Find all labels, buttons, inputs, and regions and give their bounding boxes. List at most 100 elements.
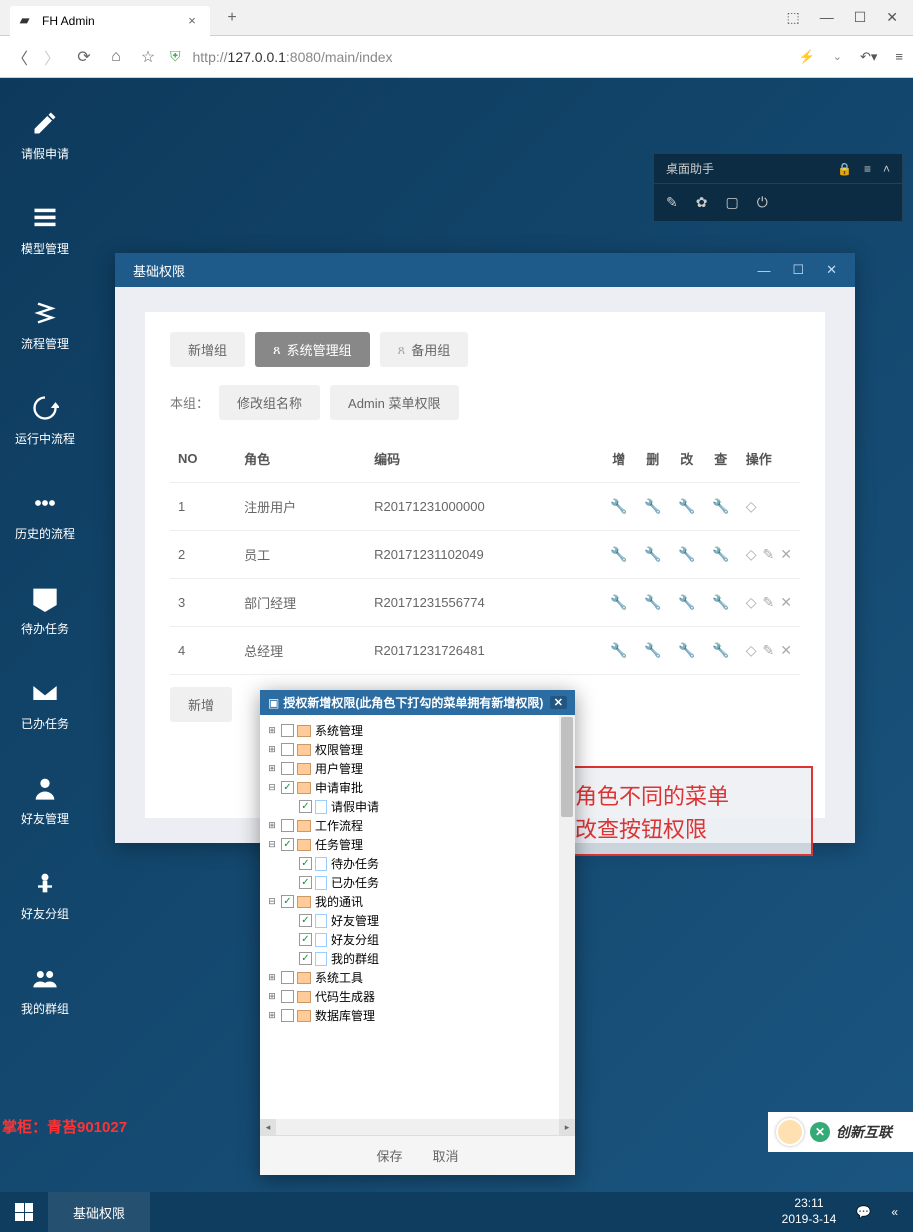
tag-icon[interactable]: ◇ <box>746 594 757 611</box>
delete-icon[interactable]: ✕ <box>780 642 792 659</box>
add-role-button[interactable]: 新增 <box>170 687 232 722</box>
tree-checkbox[interactable]: ✓ <box>299 800 312 813</box>
tree-toggle-icon[interactable]: ⊞ <box>266 763 278 774</box>
save-button[interactable]: 保存 <box>376 1146 402 1165</box>
tree-item[interactable]: ⊞ 用户管理 <box>266 759 569 778</box>
tree-item[interactable]: ✓ 待办任务 <box>266 854 569 873</box>
minimize-icon[interactable]: — <box>820 9 834 26</box>
tree-scrollbar-thumb[interactable] <box>561 717 573 817</box>
perm-view-icon[interactable]: 🔧 <box>712 594 729 610</box>
desktop-icon[interactable]: 我的群组 <box>10 943 80 1033</box>
tree-checkbox[interactable]: ✓ <box>281 838 294 851</box>
edit-icon[interactable]: ✎ <box>666 194 678 211</box>
tree-toggle-icon[interactable]: ⊞ <box>266 820 278 831</box>
start-button[interactable] <box>0 1192 48 1232</box>
desktop-icon[interactable]: 已办任务 <box>10 658 80 748</box>
menu-icon[interactable]: ≡ <box>864 162 871 176</box>
perm-add-icon[interactable]: 🔧 <box>610 642 627 658</box>
new-tab-button[interactable]: + <box>220 9 244 27</box>
shield-icon[interactable]: ⛨ <box>170 48 181 65</box>
tree-item[interactable]: ⊞ 数据库管理 <box>266 1006 569 1025</box>
close-icon[interactable]: ✕ <box>886 9 898 26</box>
browser-feature-icon[interactable]: ⬚ <box>786 9 799 26</box>
chevron-up-icon[interactable]: ˄ <box>883 162 890 176</box>
perm-edit-icon[interactable]: 🔧 <box>678 498 695 514</box>
tree-checkbox[interactable]: ✓ <box>299 857 312 870</box>
undo-icon[interactable]: ↶▾ <box>860 49 877 65</box>
tree-checkbox[interactable] <box>281 971 294 984</box>
tree-item[interactable]: ✓ 好友管理 <box>266 911 569 930</box>
lightning-icon[interactable]: ⚡ <box>799 49 815 65</box>
stop-icon[interactable]: ▢ <box>725 194 738 211</box>
perm-view-icon[interactable]: 🔧 <box>712 546 729 562</box>
tree-hscrollbar[interactable]: ◂ ▸ <box>260 1119 575 1135</box>
tree-toggle-icon[interactable]: ⊞ <box>266 972 278 983</box>
edit-icon[interactable]: ✎ <box>763 594 775 611</box>
tree-checkbox[interactable] <box>281 724 294 737</box>
tree-toggle-icon[interactable]: ⊟ <box>266 839 278 850</box>
tree-item[interactable]: ⊞ 工作流程 <box>266 816 569 835</box>
maximize-icon[interactable]: ☐ <box>854 9 867 26</box>
desktop-icon[interactable]: 请假申请 <box>10 88 80 178</box>
perm-del-icon[interactable]: 🔧 <box>644 642 661 658</box>
back-icon[interactable]: 〈 <box>10 47 30 67</box>
tree-checkbox[interactable] <box>281 1009 294 1022</box>
tree-item[interactable]: ⊞ 代码生成器 <box>266 987 569 1006</box>
backup-group-tab[interactable]: ጸ备用组 <box>380 332 469 367</box>
url-display[interactable]: http://127.0.0.1:8080/main/index <box>193 49 393 65</box>
tree-item[interactable]: ✓ 请假申请 <box>266 797 569 816</box>
refresh-icon[interactable]: ⟳ <box>74 47 94 67</box>
tree-item[interactable]: ✓ 好友分组 <box>266 930 569 949</box>
perm-view-icon[interactable]: 🔧 <box>712 642 729 658</box>
browser-tab[interactable]: ▰ FH Admin × <box>10 6 210 36</box>
desktop-icon[interactable]: 待办任务 <box>10 563 80 653</box>
scroll-right-icon[interactable]: ▸ <box>559 1119 575 1135</box>
tree-dialog-header[interactable]: ▣ 授权新增权限(此角色下打勾的菜单拥有新增权限) ✕ <box>260 690 575 715</box>
perm-del-icon[interactable]: 🔧 <box>644 594 661 610</box>
delete-icon[interactable]: ✕ <box>780 546 792 563</box>
rename-group-button[interactable]: 修改组名称 <box>219 385 320 420</box>
perm-del-icon[interactable]: 🔧 <box>644 498 661 514</box>
favorite-icon[interactable]: ☆ <box>138 47 158 67</box>
tree-item[interactable]: ⊟ ✓ 任务管理 <box>266 835 569 854</box>
forward-icon[interactable]: 〉 <box>42 47 62 67</box>
taskbar-clock[interactable]: 23:11 2019-3-14 <box>782 1196 837 1227</box>
tab-close-icon[interactable]: × <box>184 13 200 28</box>
tree-toggle-icon[interactable]: ⊞ <box>266 744 278 755</box>
tree-item[interactable]: ⊟ ✓ 申请审批 <box>266 778 569 797</box>
tag-icon[interactable]: ◇ <box>746 642 757 659</box>
sys-group-tab[interactable]: ጸ系统管理组 <box>255 332 370 367</box>
delete-icon[interactable]: ✕ <box>780 594 792 611</box>
tree-checkbox[interactable]: ✓ <box>299 876 312 889</box>
chevron-down-icon[interactable]: ⌄ <box>833 50 842 63</box>
window-minimize-icon[interactable]: — <box>757 263 770 278</box>
tree-item[interactable]: ⊞ 权限管理 <box>266 740 569 759</box>
desktop-icon[interactable]: 流程管理 <box>10 278 80 368</box>
power-icon[interactable]: ⏻ <box>757 194 768 211</box>
tree-toggle-icon[interactable]: ⊟ <box>266 782 278 793</box>
tree-item[interactable]: ⊞ 系统工具 <box>266 968 569 987</box>
desktop-icon[interactable]: 模型管理 <box>10 183 80 273</box>
tree-toggle-icon[interactable]: ⊞ <box>266 1010 278 1021</box>
scroll-left-icon[interactable]: ◂ <box>260 1119 276 1135</box>
menu-icon[interactable]: ≡ <box>895 49 903 64</box>
window-titlebar[interactable]: 基础权限 — ☐ ✕ <box>115 253 855 287</box>
perm-edit-icon[interactable]: 🔧 <box>678 642 695 658</box>
tree-item[interactable]: ⊟ ✓ 我的通讯 <box>266 892 569 911</box>
home-icon[interactable]: ⌂ <box>106 47 126 67</box>
tree-checkbox[interactable]: ✓ <box>299 933 312 946</box>
tree-item[interactable]: ✓ 已办任务 <box>266 873 569 892</box>
tree-checkbox[interactable]: ✓ <box>299 914 312 927</box>
tag-icon[interactable]: ◇ <box>746 498 757 515</box>
tree-checkbox[interactable] <box>281 990 294 1003</box>
perm-view-icon[interactable]: 🔧 <box>712 498 729 514</box>
window-close-icon[interactable]: ✕ <box>826 262 837 278</box>
perm-edit-icon[interactable]: 🔧 <box>678 546 695 562</box>
tree-checkbox[interactable] <box>281 762 294 775</box>
desktop-icon[interactable]: 好友管理 <box>10 753 80 843</box>
tree-close-icon[interactable]: ✕ <box>550 696 567 709</box>
tag-icon[interactable]: ◇ <box>746 546 757 563</box>
tree-item[interactable]: ✓ 我的群组 <box>266 949 569 968</box>
perm-add-icon[interactable]: 🔧 <box>610 546 627 562</box>
window-maximize-icon[interactable]: ☐ <box>792 262 804 278</box>
